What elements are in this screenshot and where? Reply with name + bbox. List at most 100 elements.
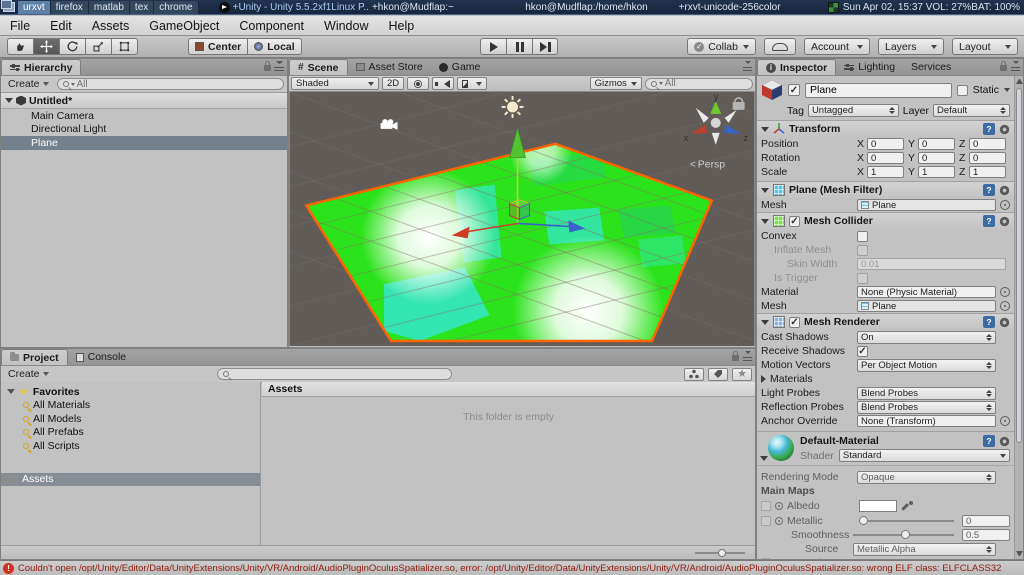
position-y-field[interactable]: 0 — [918, 138, 955, 150]
layout-dropdown[interactable]: Layout — [952, 38, 1018, 55]
slider-thumb[interactable] — [859, 516, 868, 526]
taskbar-app-chrome[interactable]: chrome — [154, 0, 199, 14]
scrollbar-thumb[interactable] — [1016, 88, 1022, 443]
gear-icon[interactable] — [999, 316, 1010, 328]
menu-window[interactable]: Window — [314, 16, 378, 35]
hierarchy-item-plane[interactable]: Plane — [1, 136, 287, 150]
2d-toggle-button[interactable]: 2D — [382, 77, 405, 90]
disclosure-triangle-icon[interactable] — [761, 218, 769, 224]
smoothness-value-field[interactable]: 0.5 — [962, 529, 1010, 541]
panel-menu-icon[interactable] — [743, 61, 752, 71]
rotate-tool-button[interactable] — [59, 38, 85, 55]
tab-scene[interactable]: # Scene — [289, 59, 348, 75]
convex-checkbox[interactable] — [857, 230, 868, 242]
taskbar-window-terminal-2[interactable]: hkon@Mudflap:/home/hkon — [521, 1, 674, 14]
tab-game[interactable]: Game — [431, 59, 489, 75]
tab-lighting[interactable]: Lighting — [836, 59, 903, 75]
window-manager-icon[interactable] — [1, 0, 15, 12]
texture-slot[interactable] — [761, 501, 771, 511]
search-by-type-button[interactable] — [684, 367, 705, 381]
scale-tool-button[interactable] — [85, 38, 111, 55]
tab-asset-store[interactable]: Asset Store — [348, 59, 431, 75]
rendering-mode-dropdown[interactable]: Opaque — [857, 470, 996, 484]
pivot-local-button[interactable]: Local — [247, 38, 302, 55]
metallic-slider[interactable] — [859, 516, 954, 526]
inflate-mesh-checkbox[interactable] — [857, 244, 868, 256]
scene-menu-icon[interactable] — [274, 61, 283, 71]
scene-root-row[interactable]: Untitled* — [1, 66, 287, 109]
shader-dropdown[interactable]: Standard — [838, 449, 1010, 462]
taskbar-window-unity[interactable]: +Unity - Unity 5.5.2xf1Linux P... — [215, 1, 368, 14]
object-picker-icon[interactable] — [1000, 416, 1010, 426]
scale-z-field[interactable]: 1 — [969, 166, 1006, 178]
transform-header[interactable]: Transform ? — [757, 120, 1014, 137]
slider-thumb[interactable] — [901, 530, 911, 540]
taskbar-app-tex[interactable]: tex — [129, 0, 155, 14]
disclosure-triangle-icon[interactable] — [761, 375, 766, 383]
disclosure-triangle-icon[interactable] — [761, 126, 769, 132]
material-header[interactable]: Default-Material ? Shader Standard — [757, 431, 1014, 466]
motion-vectors-dropdown[interactable]: Per Object Motion — [857, 358, 996, 372]
tab-console[interactable]: Console — [68, 349, 135, 365]
taskbar-app-firefox[interactable]: firefox — [50, 0, 89, 14]
account-dropdown[interactable]: Account — [804, 38, 870, 55]
help-icon[interactable]: ? — [983, 184, 995, 196]
mesh-collider-enabled-checkbox[interactable]: ✓ — [789, 215, 800, 227]
favorites-filter-button[interactable]: ★ — [732, 367, 753, 381]
scene-effects-dropdown[interactable] — [457, 77, 488, 90]
hierarchy-search-input[interactable] — [76, 78, 278, 90]
favorite-all-materials[interactable]: All Materials — [1, 399, 260, 413]
object-picker-icon[interactable] — [1000, 301, 1010, 311]
active-checkbox[interactable]: ✓ — [788, 84, 800, 96]
lock-icon[interactable] — [1000, 61, 1007, 71]
hierarchy-item-directional-light[interactable]: Directional Light — [1, 123, 287, 137]
disclosure-triangle-icon[interactable] — [761, 187, 769, 193]
gizmo-center-cube[interactable] — [710, 117, 721, 128]
step-button[interactable] — [532, 38, 558, 55]
menu-edit[interactable]: Edit — [40, 16, 82, 35]
help-icon[interactable]: ? — [983, 316, 995, 328]
light-probes-dropdown[interactable]: Blend Probes — [857, 386, 996, 400]
mesh-renderer-enabled-checkbox[interactable]: ✓ — [789, 316, 800, 328]
assets-folder-row[interactable]: Assets — [1, 472, 260, 486]
system-tray-icon[interactable] — [827, 1, 839, 13]
tab-inspector[interactable]: i Inspector — [757, 59, 837, 75]
favorite-all-models[interactable]: All Models — [1, 412, 260, 426]
project-create-button[interactable]: Create — [4, 368, 53, 380]
object-picker-icon[interactable] — [1000, 287, 1010, 297]
mesh-collider-header[interactable]: ✓ Mesh Collider ? — [757, 212, 1014, 229]
menu-component[interactable]: Component — [229, 16, 314, 35]
object-name-field[interactable] — [805, 82, 952, 98]
disclosure-triangle-icon[interactable] — [760, 456, 768, 461]
materials-foldout[interactable]: Materials — [757, 372, 1014, 386]
hierarchy-create-button[interactable]: Create — [4, 78, 53, 90]
menu-file[interactable]: File — [0, 16, 40, 35]
mesh-renderer-header[interactable]: ✓ Mesh Renderer ? — [757, 313, 1014, 330]
pause-button[interactable] — [506, 38, 532, 55]
tag-dropdown[interactable]: Untagged — [807, 104, 899, 117]
status-bar[interactable]: ! Couldn't open /opt/Unity/Editor/Data/U… — [0, 560, 1024, 575]
gear-icon[interactable] — [999, 215, 1010, 227]
pivot-center-button[interactable]: Center — [188, 38, 248, 55]
inspector-scrollbar[interactable] — [1014, 76, 1023, 559]
scene-lighting-toggle[interactable] — [407, 77, 430, 90]
static-checkbox[interactable] — [956, 84, 968, 96]
rotation-z-field[interactable]: 0 — [969, 152, 1006, 164]
persp-toggle[interactable]: < Persp — [690, 160, 725, 171]
help-icon[interactable]: ? — [983, 435, 995, 447]
lock-icon[interactable] — [264, 61, 271, 71]
taskbar-app-urxvt[interactable]: urxvt — [18, 0, 51, 14]
eyedropper-icon[interactable] — [902, 500, 913, 512]
favorite-all-prefabs[interactable]: All Prefabs — [1, 426, 260, 440]
scene-search-input[interactable] — [664, 78, 747, 89]
scene-search-field[interactable] — [644, 77, 753, 90]
skin-width-field[interactable]: 0.01 — [857, 258, 1006, 270]
scene-viewport[interactable]: y x z < Persp — [289, 92, 755, 346]
thumbnail-zoom-slider[interactable] — [695, 548, 745, 557]
tab-hierarchy[interactable]: Hierarchy — [1, 59, 82, 75]
panel-menu-icon[interactable] — [743, 351, 752, 361]
taskbar-window-terminal-1[interactable]: +hkon@Mudflap:~ — [368, 1, 521, 14]
object-picker-icon[interactable] — [1000, 200, 1010, 210]
collider-mesh-field[interactable]: Plane — [857, 300, 996, 312]
layer-dropdown[interactable]: Default — [933, 104, 1010, 117]
